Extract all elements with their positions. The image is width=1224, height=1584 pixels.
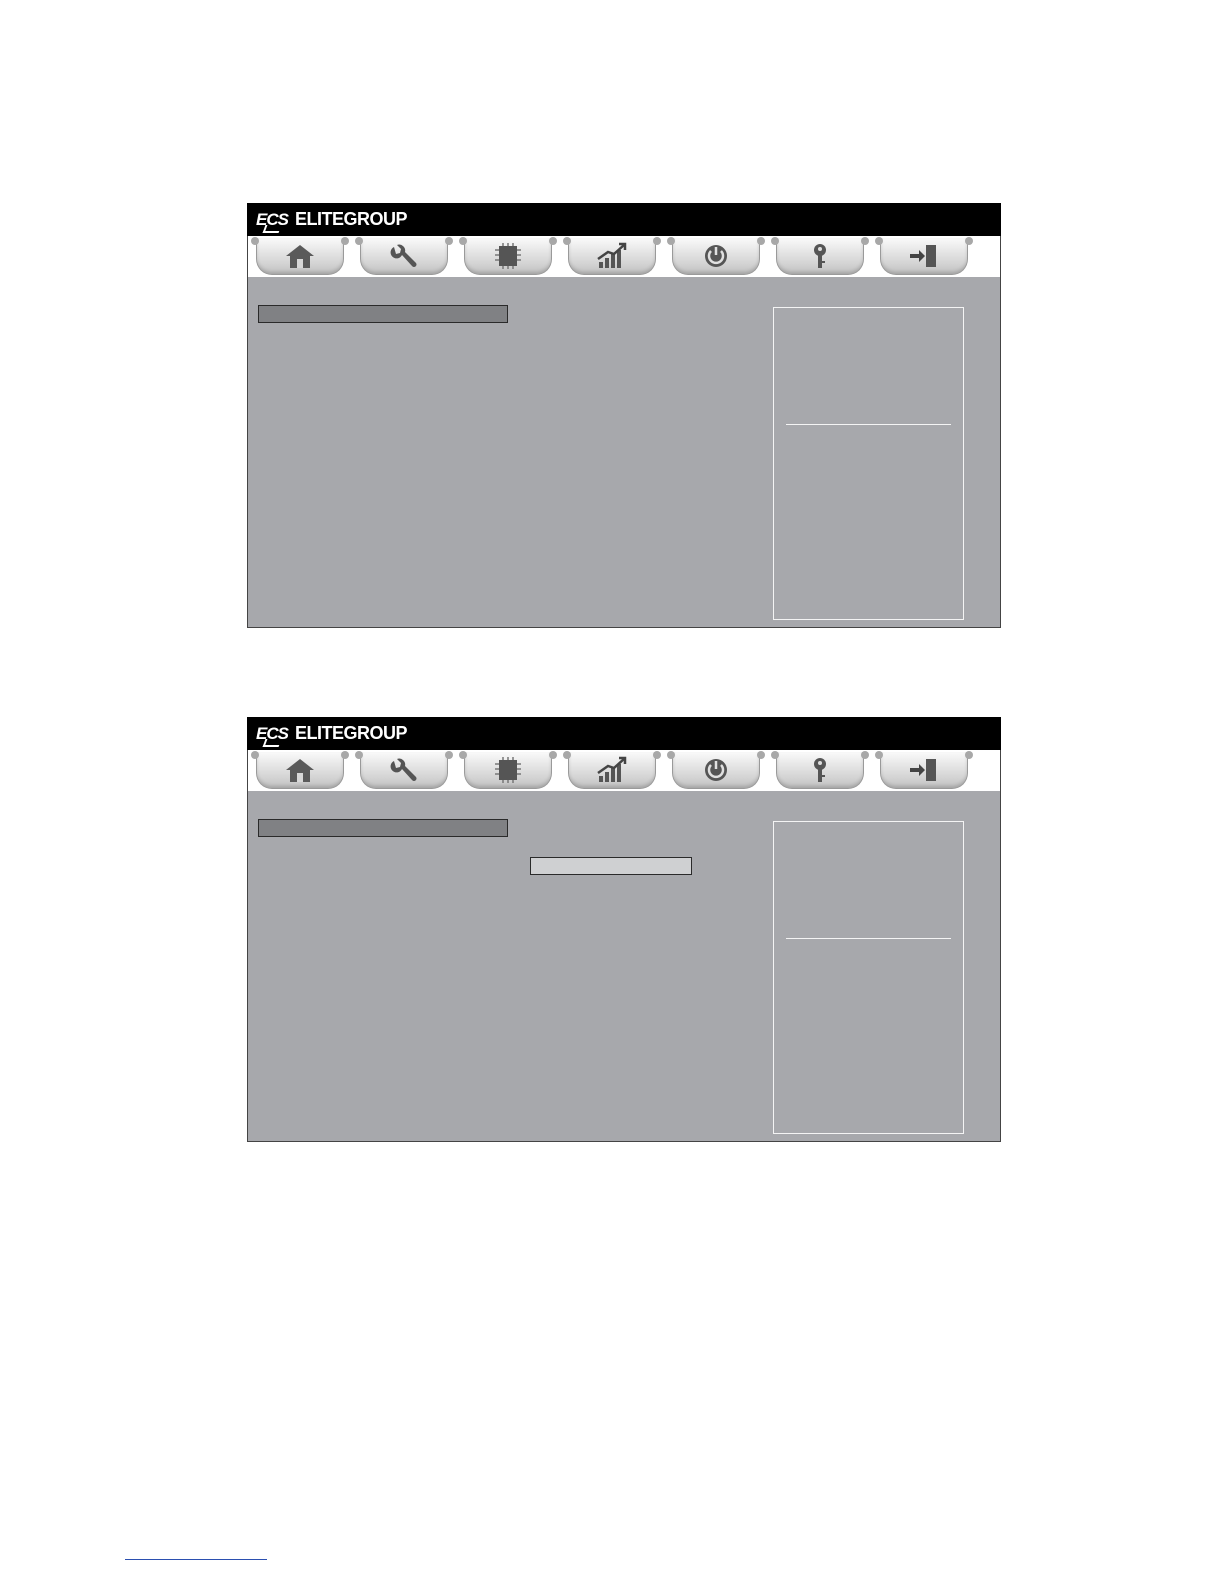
- help-panel: [773, 307, 964, 620]
- brand-name: ELITEGROUP: [294, 723, 408, 743]
- exit-icon: [910, 759, 936, 781]
- exit-icon: [910, 245, 936, 267]
- tab-chipset[interactable]: [459, 751, 557, 789]
- tab-performance[interactable]: [563, 237, 661, 275]
- tab-bar: [247, 750, 1001, 791]
- home-icon: [286, 245, 314, 268]
- tab-advanced[interactable]: [355, 237, 453, 275]
- tab-exit[interactable]: [875, 751, 973, 789]
- help-panel: [773, 821, 964, 1134]
- tab-performance[interactable]: [563, 751, 661, 789]
- tab-bar: [247, 236, 1001, 277]
- tab-power[interactable]: [667, 751, 765, 789]
- tab-power[interactable]: [667, 237, 765, 275]
- brand-name: ELITEGROUP: [294, 209, 408, 229]
- help-divider: [786, 424, 951, 425]
- bios-screen-1: ECS ELITEGROUP: [247, 203, 1001, 628]
- power-icon: [705, 245, 727, 267]
- tab-chipset[interactable]: [459, 237, 557, 275]
- chip-icon: [495, 243, 521, 269]
- ecs-logo: ECS: [256, 723, 289, 743]
- wrench-icon: [390, 758, 417, 781]
- settings-panel: [247, 277, 1001, 628]
- title-bar: ECS ELITEGROUP: [247, 203, 1001, 236]
- tab-security[interactable]: [771, 237, 869, 275]
- tab-main[interactable]: [251, 237, 349, 275]
- key-icon: [814, 758, 826, 782]
- wrench-icon: [390, 244, 417, 267]
- settings-panel: [247, 791, 1001, 1142]
- ecs-logo: ECS: [256, 209, 289, 229]
- power-icon: [705, 759, 727, 781]
- selected-item-bar[interactable]: [258, 819, 508, 837]
- selected-item-bar[interactable]: [258, 305, 508, 323]
- title-bar: ECS ELITEGROUP: [247, 717, 1001, 750]
- tab-security[interactable]: [771, 751, 869, 789]
- key-icon: [814, 244, 826, 268]
- chart-icon: [597, 756, 627, 782]
- help-divider: [786, 938, 951, 939]
- chip-icon: [495, 757, 521, 783]
- chart-icon: [597, 242, 627, 268]
- tab-advanced[interactable]: [355, 751, 453, 789]
- value-field[interactable]: [530, 857, 692, 875]
- tab-main[interactable]: [251, 751, 349, 789]
- bios-screen-2: ECS ELITEGROUP: [247, 717, 1001, 1142]
- tab-exit[interactable]: [875, 237, 973, 275]
- home-icon: [286, 759, 314, 782]
- footnote-rule: [125, 1559, 267, 1560]
